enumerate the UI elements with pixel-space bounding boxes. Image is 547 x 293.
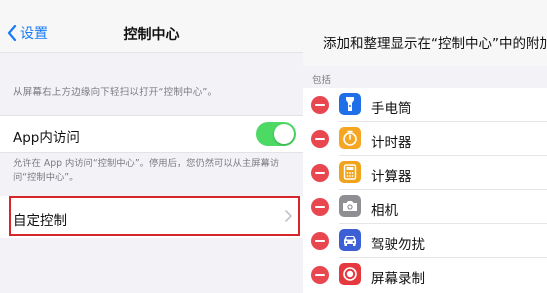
remove-button[interactable] — [311, 164, 329, 182]
list-item-label: 相机 — [371, 203, 398, 219]
customize-header: 添加和整理显示在“控制中心”中的附加 — [303, 0, 547, 66]
list-item-driving-dnd: 驾驶勿扰 — [303, 224, 547, 258]
list-item-label: 屏幕录制 — [371, 271, 425, 287]
flashlight-icon — [339, 93, 361, 115]
toggle-knob — [274, 124, 294, 144]
remove-button[interactable] — [311, 266, 329, 284]
list-item-label: 手电筒 — [371, 101, 412, 117]
screen-record-icon — [339, 263, 361, 285]
list-item-screen-record: 屏幕录制 — [303, 258, 547, 292]
app-access-hint-text: 允许在 App 内访问“控制中心”。停用后，您仍然可以从主屏幕访问“控制中心”。 — [13, 158, 280, 183]
list-item-label: 计时器 — [371, 135, 412, 151]
customize-description: 添加和整理显示在“控制中心”中的附加 — [323, 36, 547, 52]
app-access-toggle[interactable] — [256, 122, 296, 146]
app-access-row: App内访问 — [0, 115, 303, 153]
list-item-label: 计算器 — [371, 169, 412, 185]
camera-icon — [339, 195, 361, 217]
customize-controls-panel: 添加和整理显示在“控制中心”中的附加 包括 手电筒 计时器 计算器 相机 驾驶勿… — [303, 0, 547, 293]
page-title: 控制中心 — [123, 27, 180, 43]
control-center-settings-panel: 设置 控制中心 从屏幕右上方边缘向下轻扫以打开“控制中心”。 App内访问 允许… — [0, 0, 303, 293]
remove-button[interactable] — [311, 232, 329, 250]
calculator-icon — [339, 161, 361, 183]
app-access-label: App内访问 — [13, 130, 80, 146]
section-label-included: 包括 — [312, 75, 332, 86]
section-header: 包括 — [303, 66, 547, 88]
remove-button[interactable] — [311, 130, 329, 148]
navigation-bar: 设置 控制中心 — [0, 0, 303, 53]
remove-button[interactable] — [311, 198, 329, 216]
car-icon — [339, 229, 361, 251]
swipe-hint-text: 从屏幕右上方边缘向下轻扫以打开“控制中心”。 — [13, 87, 218, 98]
timer-icon — [339, 127, 361, 149]
highlight-box — [9, 196, 300, 236]
list-item-flashlight: 手电筒 — [303, 88, 547, 122]
list-item-camera: 相机 — [303, 190, 547, 224]
list-item-timer: 计时器 — [303, 122, 547, 156]
list-item-label: 驾驶勿扰 — [371, 237, 425, 253]
list-item-calculator: 计算器 — [303, 156, 547, 190]
remove-button[interactable] — [311, 96, 329, 114]
